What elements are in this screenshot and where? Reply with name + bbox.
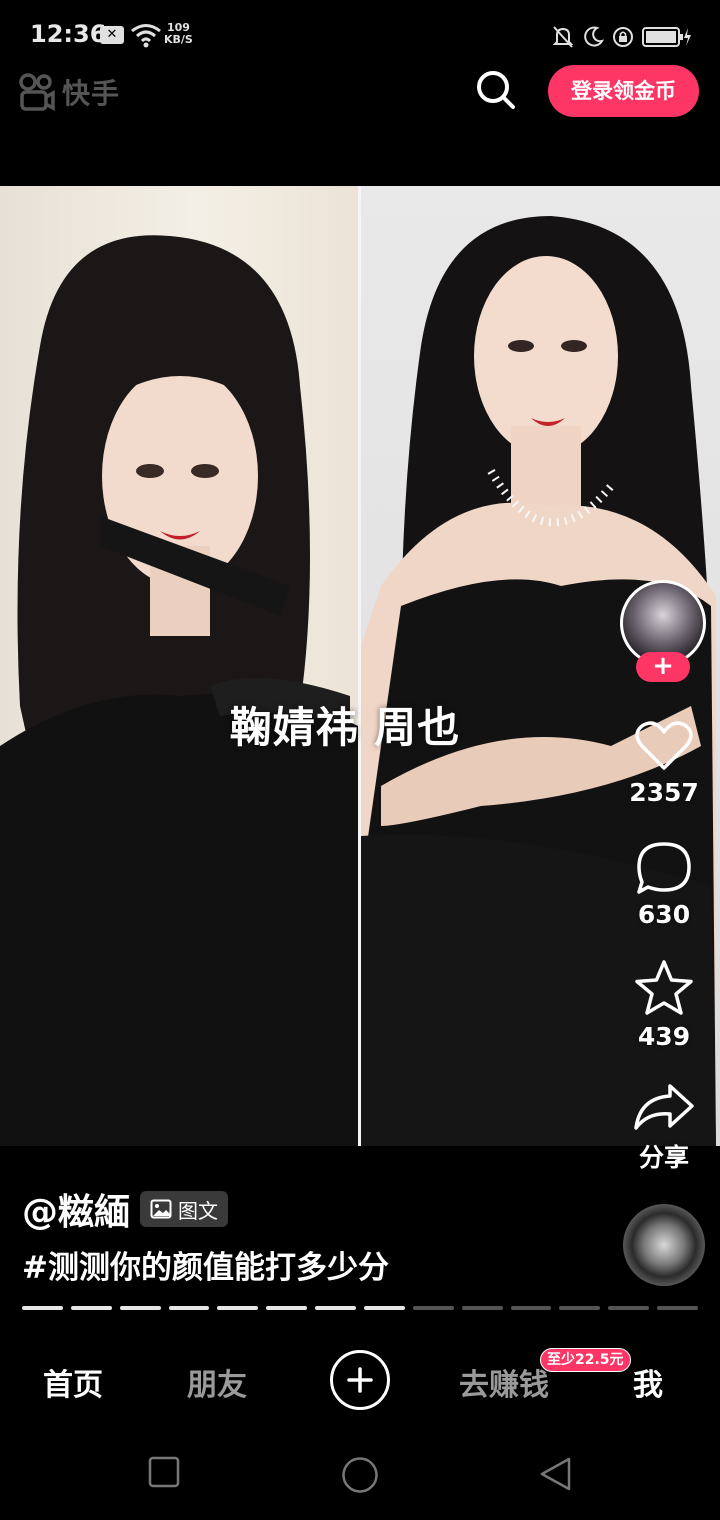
- progress-segment: [22, 1306, 63, 1310]
- photo-overlay-caption: 鞠婧祎 周也: [229, 703, 461, 752]
- comment-bubble-icon: [637, 842, 691, 894]
- system-navigation-bar: [0, 1426, 720, 1520]
- earn-reward-badge: 至少22.5元: [540, 1348, 631, 1372]
- network-speed: 109 KB/S: [164, 22, 193, 46]
- square-icon[interactable]: [148, 1456, 180, 1488]
- status-bar: 12:36 ✕ 109 KB/S: [0, 0, 720, 64]
- lock-rotation-icon: [613, 27, 633, 47]
- x-notification-icon: ✕: [100, 26, 124, 44]
- create-button[interactable]: [330, 1350, 390, 1410]
- tab-me[interactable]: 我: [633, 1360, 663, 1404]
- moon-icon: [584, 26, 604, 47]
- music-disc-icon[interactable]: [623, 1204, 705, 1286]
- login-earn-coins-button[interactable]: 登录领金币: [548, 65, 699, 117]
- progress-segment: [168, 1306, 210, 1310]
- share-label: 分享: [638, 1143, 689, 1172]
- favorite-button[interactable]: 439: [626, 958, 702, 1051]
- post-photo-left: [0, 186, 358, 1146]
- wifi-icon: [131, 24, 161, 48]
- photo-progress-indicator: [22, 1306, 699, 1310]
- image-icon: [150, 1199, 172, 1219]
- tab-friends[interactable]: 朋友: [187, 1360, 247, 1404]
- star-icon: [635, 960, 693, 1015]
- triangle-back-icon[interactable]: [538, 1456, 572, 1492]
- bottom-tab-bar: 首页 朋友 去赚钱 至少22.5元 我: [0, 1336, 720, 1426]
- follow-button[interactable]: +: [636, 652, 690, 682]
- comment-button[interactable]: 630: [626, 840, 702, 929]
- progress-segment: [364, 1306, 405, 1310]
- app-name: 快手: [62, 77, 121, 110]
- plus-icon: [347, 1367, 373, 1393]
- share-button[interactable]: 分享: [626, 1080, 702, 1174]
- tab-earn[interactable]: 去赚钱: [459, 1360, 549, 1404]
- speed-unit: KB/S: [164, 33, 193, 46]
- progress-segment: [608, 1306, 650, 1310]
- progress-segment: [657, 1306, 699, 1310]
- progress-segment: [461, 1306, 503, 1310]
- kuaishou-logo-icon: [19, 73, 55, 112]
- author-row: @糍緬 图文: [22, 1183, 229, 1235]
- search-icon[interactable]: [474, 68, 518, 112]
- progress-segment: [70, 1306, 112, 1310]
- progress-segment: [412, 1306, 454, 1310]
- progress-segment: [119, 1306, 161, 1310]
- battery-charging-icon: [642, 27, 691, 47]
- author-avatar[interactable]: +: [620, 580, 706, 682]
- progress-segment: [315, 1306, 357, 1310]
- woman-portrait-left-illustration: [0, 235, 358, 1146]
- progress-segment: [217, 1306, 259, 1310]
- like-count: 2357: [629, 778, 699, 807]
- status-icons: [552, 22, 692, 52]
- progress-segment: [266, 1306, 308, 1310]
- author-name[interactable]: @糍緬: [22, 1183, 130, 1235]
- content-type-badge: 图文: [140, 1191, 229, 1227]
- heart-icon: [635, 721, 693, 770]
- status-time: 12:36: [30, 20, 107, 48]
- circle-icon[interactable]: [341, 1456, 379, 1494]
- bell-off-icon: [552, 26, 574, 48]
- progress-segment: [510, 1306, 552, 1310]
- hashtag-link[interactable]: #测测你的颜值能打多少分: [22, 1242, 389, 1287]
- comment-count: 630: [637, 900, 691, 929]
- app-logo: 快手: [18, 70, 120, 114]
- post-photo-area[interactable]: 鞠婧祎 周也: [0, 186, 720, 1146]
- tab-home[interactable]: 首页: [43, 1360, 103, 1404]
- like-button[interactable]: 2357: [626, 718, 702, 807]
- share-arrow-icon: [634, 1084, 694, 1130]
- content-type-label: 图文: [178, 1198, 219, 1223]
- favorite-count: 439: [637, 1022, 691, 1051]
- progress-segment: [559, 1306, 601, 1310]
